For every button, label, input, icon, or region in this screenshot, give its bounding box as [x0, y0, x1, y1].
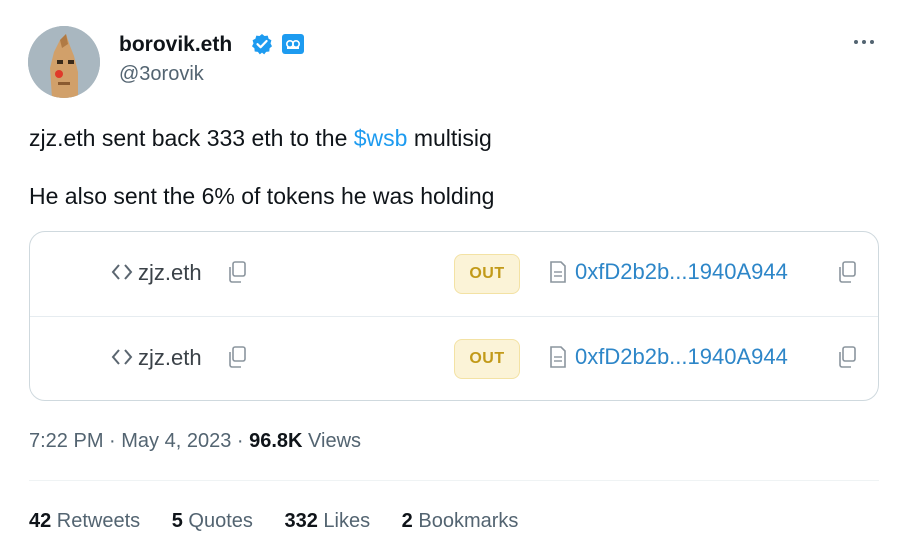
tweet-text: zjz.eth sent back 333 eth to the: [29, 125, 354, 151]
affiliate-badge-icon[interactable]: [282, 34, 304, 54]
engagement-stats: 42 Retweets 5 Quotes 332 Likes 2 Bookmar…: [29, 508, 544, 534]
code-brackets-icon: [111, 349, 133, 365]
copy-icon: [839, 346, 856, 368]
quotes-label: Quotes: [182, 510, 253, 532]
direction-badge: OUT: [454, 254, 520, 294]
punk-avatar: [28, 26, 100, 98]
sender: zjz.eth: [110, 344, 202, 372]
bookmarks-count: 2: [401, 510, 413, 532]
retweets-stat[interactable]: 42 Retweets: [29, 510, 140, 532]
copy-icon: [839, 261, 856, 283]
quotes-count: 5: [171, 510, 183, 532]
tweet-time[interactable]: 7:22 PM: [29, 430, 103, 452]
tweet-text-line-2: He also sent the 6% of tokens he was hol…: [29, 183, 495, 209]
document-icon: [550, 346, 566, 368]
sender-name: zjz.eth: [138, 260, 202, 285]
tweet-text-line-1: zjz.eth sent back 333 eth to the $wsb mu…: [29, 124, 492, 152]
tweet-metadata: 7:22 PM · May 4, 2023 · 96.8K Views: [29, 428, 361, 454]
bookmarks-stat[interactable]: 2 Bookmarks: [402, 510, 519, 532]
tweet-text: multisig: [407, 125, 492, 151]
document-icon: [550, 261, 566, 283]
display-name[interactable]: borovik.eth: [119, 32, 232, 58]
tweet-date[interactable]: May 4, 2023: [121, 430, 231, 452]
verified-badge-icon[interactable]: [251, 33, 273, 55]
copy-icon: [229, 261, 246, 283]
transfer-row: zjz.eth OUT 0xfD2b2b...1940A944: [30, 232, 878, 316]
likes-count: 332: [284, 510, 318, 532]
code-brackets-icon: [111, 264, 133, 280]
quotes-stat[interactable]: 5 Quotes: [172, 510, 253, 532]
direction-badge: OUT: [454, 339, 520, 379]
views-label: Views: [302, 430, 362, 452]
separator-dot: ·: [103, 430, 122, 452]
retweets-count: 42: [29, 510, 52, 532]
likes-label: Likes: [317, 510, 371, 532]
transfer-image-card[interactable]: zjz.eth OUT 0xfD2b2b...1940A944 zjz.eth: [29, 231, 879, 401]
bookmarks-label: Bookmarks: [412, 510, 519, 532]
likes-stat[interactable]: 332 Likes: [284, 510, 370, 532]
recipient-address: 0xfD2b2b...1940A944: [575, 344, 788, 369]
copy-icon: [229, 346, 246, 368]
more-options-icon[interactable]: [849, 30, 879, 54]
transfer-row: zjz.eth OUT 0xfD2b2b...1940A944: [30, 317, 878, 400]
avatar[interactable]: [28, 26, 100, 98]
sender-name: zjz.eth: [138, 345, 202, 370]
sender: zjz.eth: [110, 259, 202, 287]
cashtag-link[interactable]: $wsb: [354, 125, 408, 151]
views-count: 96.8K: [249, 430, 303, 452]
retweets-label: Retweets: [51, 510, 141, 532]
recipient-address: 0xfD2b2b...1940A944: [575, 259, 788, 284]
divider: [29, 480, 879, 481]
separator-dot: ·: [231, 430, 250, 452]
user-handle[interactable]: @3orovik: [119, 62, 204, 86]
